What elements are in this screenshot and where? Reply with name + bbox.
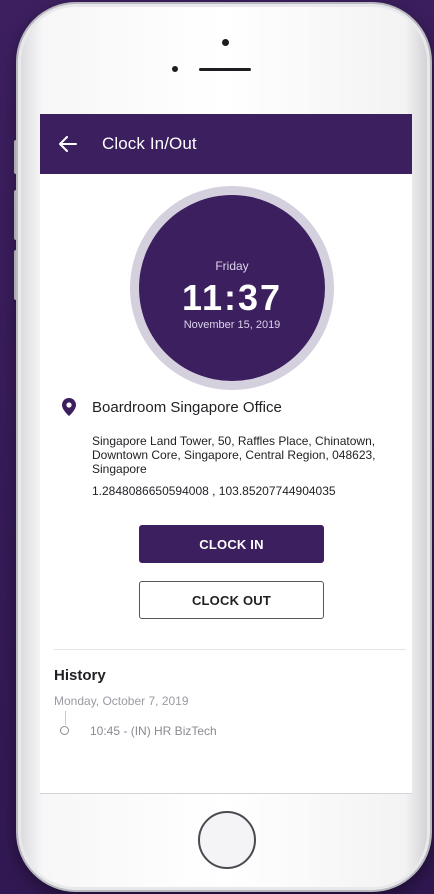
- clock-ring: Friday 11:37 November 15, 2019: [130, 186, 334, 390]
- clock-face: Friday 11:37 November 15, 2019: [139, 195, 325, 381]
- home-button[interactable]: [198, 811, 256, 869]
- history-title: History: [54, 667, 106, 684]
- clock-time: 11:37: [181, 277, 283, 318]
- front-sensor: [222, 39, 229, 46]
- front-camera: [172, 66, 178, 72]
- app-screen: Clock In/Out Friday 11:37 November 15, 2…: [40, 114, 412, 794]
- app-bar: Clock In/Out: [40, 114, 412, 174]
- clock-out-button[interactable]: CLOCK OUT: [139, 581, 324, 619]
- location-address: Singapore Land Tower, 50, Raffles Place,…: [92, 434, 376, 476]
- location-name: Boardroom Singapore Office: [92, 398, 282, 416]
- map-pin-icon: [62, 398, 76, 416]
- clock-date: November 15, 2019: [183, 319, 281, 331]
- section-divider: [54, 649, 406, 650]
- page-title: Clock In/Out: [102, 134, 197, 153]
- clock-day: Friday: [215, 259, 249, 273]
- clock-in-button[interactable]: CLOCK IN: [139, 525, 324, 563]
- timeline-dot-icon: [60, 726, 69, 735]
- background: Clock In/Out Friday 11:37 November 15, 2…: [0, 0, 434, 894]
- earpiece-speaker: [199, 68, 251, 71]
- history-entry: 10:45 - (IN) HR BizTech: [90, 724, 217, 738]
- location-coordinates: 1.2848086650594008 , 103.85207744904035: [92, 484, 336, 498]
- arrow-left-icon[interactable]: [58, 134, 78, 154]
- history-date: Monday, October 7, 2019: [54, 694, 189, 708]
- timeline-line: [65, 711, 66, 725]
- location-row: Boardroom Singapore Office: [62, 398, 282, 416]
